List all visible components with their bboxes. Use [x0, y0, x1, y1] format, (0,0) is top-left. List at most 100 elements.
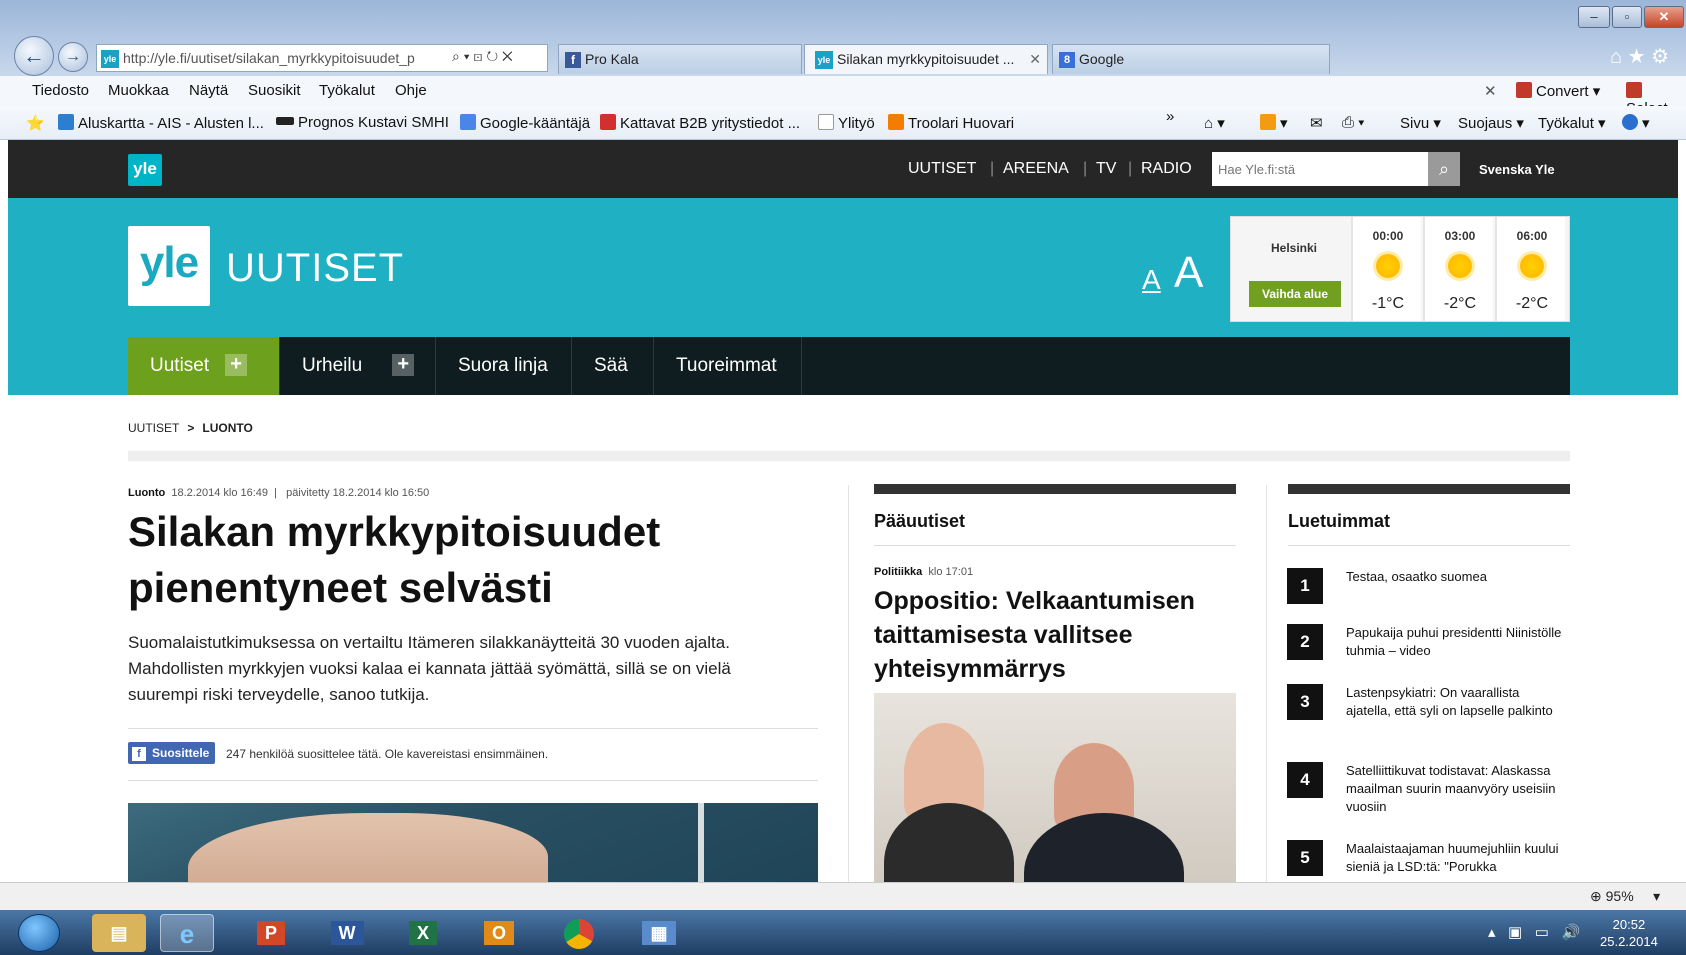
paauutiset-category[interactable]: Politiikka	[874, 566, 922, 578]
breadcrumb-root[interactable]: UUTISET	[128, 421, 179, 435]
home-command-icon[interactable]: ⌂ ▾	[1204, 114, 1225, 132]
most-read-item[interactable]: Maalaistaajaman huumejuhliin kuului sien…	[1346, 840, 1566, 876]
close-window-button[interactable]: ✕	[1644, 6, 1684, 28]
compat-view-icon[interactable]: ⊡	[474, 48, 483, 64]
zoom-control[interactable]: ⊕ 95% ▾	[1590, 888, 1660, 905]
settings-gear-icon[interactable]: ⚙	[1651, 46, 1669, 68]
refresh-icon[interactable]: ↻	[486, 48, 498, 64]
text-size-large-button[interactable]: A	[1174, 248, 1203, 298]
topnav-uutiset[interactable]: UUTISET	[908, 160, 976, 178]
facebook-recommend-button[interactable]: f Suosittele	[128, 742, 216, 764]
forward-button[interactable]: →	[58, 42, 88, 72]
breadcrumb-current[interactable]: LUONTO	[202, 421, 252, 435]
svenska-yle-link[interactable]: Svenska Yle	[1479, 162, 1555, 177]
favorite-kattavat[interactable]: Kattavat B2B yritystiedot ...	[600, 114, 800, 132]
most-read-item[interactable]: Satelliittikuvat todistavat: Alaskassa m…	[1346, 762, 1566, 816]
yle-logo[interactable]: yle	[128, 226, 210, 306]
minimize-button[interactable]: –	[1578, 6, 1610, 28]
help-icon[interactable]: ▾	[1622, 114, 1650, 132]
tools-menu[interactable]: Työkalut ▾	[1538, 114, 1606, 132]
tab-pro-kala[interactable]: f Pro Kala	[558, 44, 802, 74]
paauutiset-title[interactable]: Oppositio: Velkaantumisen taittamisesta …	[874, 584, 1234, 686]
mail-icon[interactable]: ✉	[1310, 114, 1323, 132]
nav-label: Urheilu	[302, 355, 363, 376]
menu-tiedosto[interactable]: Tiedosto	[32, 82, 89, 99]
excel-taskbar-icon[interactable]: X	[396, 914, 450, 952]
network-app-taskbar-icon[interactable]: ▦	[632, 914, 686, 952]
most-read-item[interactable]: Papukaija puhui presidentti Niinistölle …	[1346, 624, 1566, 660]
word-taskbar-icon[interactable]: W	[320, 914, 374, 952]
menu-nayta[interactable]: Näytä	[189, 82, 228, 99]
sun-icon	[1520, 254, 1544, 278]
print-icon[interactable]: ⎙ ▾	[1342, 114, 1364, 131]
article-published: 18.2.2014 klo 16:49	[171, 487, 269, 499]
tray-network-icon[interactable]: ▭	[1535, 924, 1549, 941]
nav-suora-linja[interactable]: Suora linja	[436, 337, 572, 395]
favorite-aluskartta[interactable]: Aluskartta - AIS - Alusten l...	[58, 114, 264, 132]
topnav-areena[interactable]: AREENA	[1003, 160, 1069, 178]
favorite-ylityo[interactable]: Ylityö	[818, 114, 875, 132]
site-search-button[interactable]: ⌕	[1428, 152, 1460, 186]
yle-small-logo[interactable]: yle	[128, 154, 162, 186]
powerpoint-taskbar-icon[interactable]: P	[244, 914, 298, 952]
expand-plus-icon[interactable]: +	[225, 354, 248, 376]
volume-icon[interactable]: 🔊	[1561, 924, 1580, 941]
start-button[interactable]	[18, 914, 60, 952]
topnav-radio[interactable]: RADIO	[1141, 160, 1192, 178]
zoom-icon: ⊕	[1590, 888, 1602, 904]
person-shape	[884, 803, 1014, 882]
safety-menu[interactable]: Suojaus ▾	[1458, 114, 1524, 132]
excel-glyph: X	[408, 921, 437, 945]
chrome-taskbar-icon[interactable]	[552, 914, 606, 952]
section-title[interactable]: UUTISET	[226, 246, 404, 291]
favorite-google-kaantaja[interactable]: Google-kääntäjä	[460, 114, 590, 132]
favorite-prognos[interactable]: Prognos Kustavi SMHI	[276, 114, 449, 131]
add-favorites-icon[interactable]: ⭐	[26, 114, 45, 132]
outlook-taskbar-icon[interactable]: O	[472, 914, 526, 952]
page-menu[interactable]: Sivu ▾	[1400, 114, 1441, 132]
maximize-button[interactable]: ▫	[1612, 6, 1642, 28]
divider	[128, 780, 818, 781]
facebook-count-text: 247 henkilöä suosittelee tätä. Ole kaver…	[226, 747, 549, 761]
search-icon[interactable]: ⌕	[452, 48, 460, 64]
feeds-icon[interactable]: ▾	[1260, 114, 1288, 132]
expand-plus-icon[interactable]: +	[392, 354, 415, 376]
article-image[interactable]	[128, 803, 818, 882]
more-favorites-icon[interactable]: »	[1166, 108, 1174, 125]
paauutiset-image[interactable]	[874, 693, 1236, 882]
weather-widget: Helsinki Vaihda alue 00:00 -1°C 03:00 -2…	[1230, 216, 1570, 322]
nav-saa[interactable]: Sää	[572, 337, 654, 395]
topnav-tv[interactable]: TV	[1096, 160, 1116, 178]
close-toolbar-icon[interactable]: ✕	[1484, 82, 1497, 100]
back-button[interactable]: ←	[14, 36, 54, 76]
taskbar-clock[interactable]: 20:52 25.2.2014	[1600, 916, 1658, 950]
nav-tuoreimmat[interactable]: Tuoreimmat	[654, 337, 802, 395]
stop-icon[interactable]: ✕	[502, 48, 513, 64]
weather-temp: -2°C	[1443, 295, 1477, 312]
site-search-input[interactable]	[1212, 152, 1428, 186]
most-read-item[interactable]: Testaa, osaatko suomea	[1346, 568, 1566, 586]
tab-silakan[interactable]: yle Silakan myrkkypitoisuudet ... ✕	[804, 44, 1048, 74]
change-area-button[interactable]: Vaihda alue	[1249, 281, 1341, 307]
tab-google[interactable]: 8 Google	[1052, 44, 1330, 74]
article-category[interactable]: Luonto	[128, 487, 165, 499]
close-tab-icon[interactable]: ✕	[1029, 45, 1041, 73]
menu-tyokalut[interactable]: Työkalut	[319, 82, 375, 99]
favorite-troolari[interactable]: Troolari Huovari	[888, 114, 1014, 132]
most-read-item[interactable]: Lastenpsykiatri: On vaarallista ajatella…	[1346, 684, 1566, 720]
explorer-taskbar-icon[interactable]: ▤	[92, 914, 146, 952]
menu-muokkaa[interactable]: Muokkaa	[108, 82, 169, 99]
favorites-star-icon[interactable]: ★	[1628, 46, 1646, 68]
nav-uutiset[interactable]: Uutiset +	[128, 337, 280, 395]
tray-expand-icon[interactable]: ▴	[1488, 924, 1496, 941]
text-size-small-button[interactable]: A	[1142, 264, 1161, 296]
ie-taskbar-icon[interactable]: e	[160, 914, 214, 952]
home-icon[interactable]: ⌂	[1610, 46, 1622, 68]
nav-urheilu[interactable]: Urheilu +	[280, 337, 436, 395]
menu-suosikit[interactable]: Suosikit	[248, 82, 301, 99]
convert-button[interactable]: Convert ▾	[1516, 82, 1600, 100]
dropdown-icon[interactable]: ▾	[464, 48, 470, 64]
yle-favicon: yle	[815, 51, 833, 70]
tray-device-icon[interactable]: ▣	[1508, 924, 1522, 941]
menu-ohje[interactable]: Ohje	[395, 82, 427, 99]
